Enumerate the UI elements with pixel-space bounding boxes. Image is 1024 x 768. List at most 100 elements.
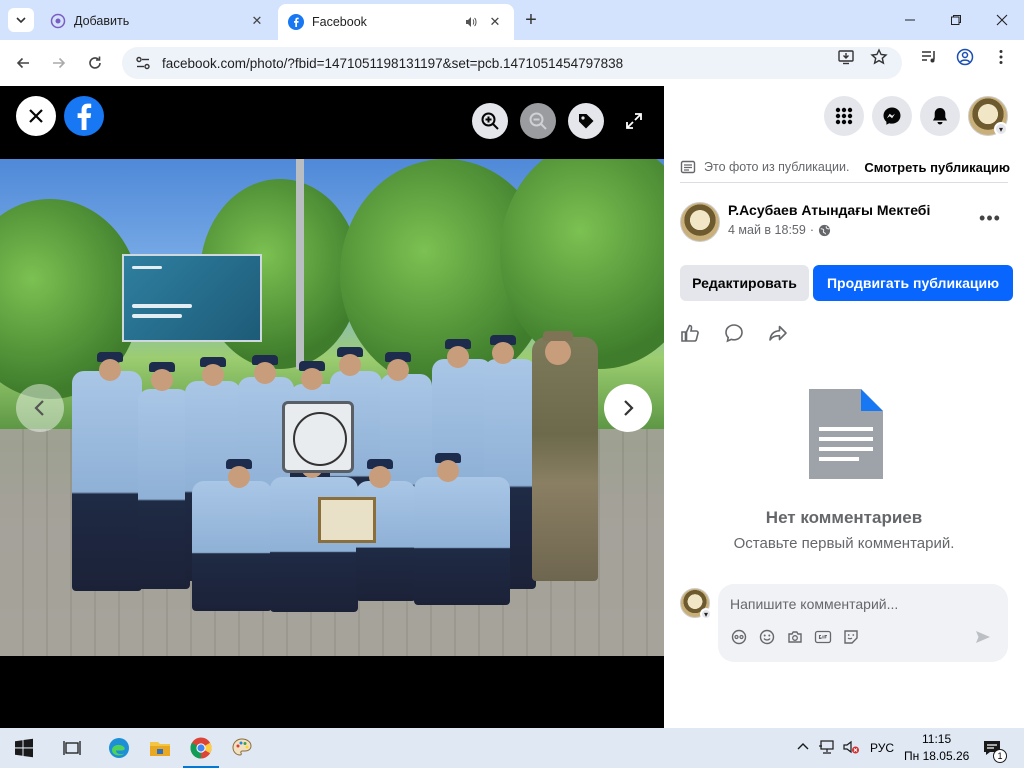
edge-icon — [109, 738, 129, 758]
tab-search-button[interactable] — [8, 8, 34, 32]
post-photo — [0, 159, 664, 656]
certificate-frame — [318, 497, 376, 543]
reload-button[interactable] — [83, 51, 107, 75]
back-button[interactable] — [11, 51, 35, 75]
gif-icon[interactable] — [814, 628, 832, 646]
media-control-icon[interactable] — [919, 47, 939, 67]
comment-input[interactable] — [730, 594, 990, 614]
fullscreen-button[interactable] — [616, 103, 652, 139]
close-icon — [29, 109, 43, 123]
url-text: facebook.com/photo/?fbid=147105119813119… — [162, 55, 624, 71]
chevron-left-icon — [34, 400, 44, 416]
facebook-logo-icon — [77, 103, 92, 130]
divider — [680, 182, 1008, 183]
more-options-icon[interactable]: ••• — [976, 206, 1004, 230]
new-tab-button[interactable]: + — [520, 9, 542, 31]
taskbar-time[interactable]: 11:15 — [922, 732, 951, 746]
author-avatar[interactable] — [680, 202, 720, 242]
minimize-button[interactable] — [892, 6, 928, 34]
globe-icon — [818, 224, 831, 236]
tab-title: Добавить — [74, 14, 130, 28]
bell-icon — [933, 108, 947, 125]
emoji-icon[interactable] — [758, 628, 776, 646]
site-settings-icon[interactable] — [134, 54, 152, 72]
sticker-icon[interactable] — [842, 628, 860, 646]
zoom-in-icon — [481, 112, 499, 130]
chrome-icon — [190, 737, 212, 759]
bookmark-star-icon[interactable] — [869, 47, 889, 67]
no-comments-title: Нет комментариев — [765, 508, 923, 527]
windows-logo-icon — [15, 738, 33, 758]
post-side-panel: ▾ Это фото из публикации. Смотреть публи… — [664, 86, 1024, 728]
close-viewer-button[interactable] — [16, 96, 56, 136]
paint-app[interactable] — [228, 734, 256, 762]
see-post-link[interactable]: Смотреть публикацию — [864, 160, 1010, 175]
taskbar-date[interactable]: Пн 18.05.26 — [904, 749, 969, 763]
tab-close-icon[interactable]: ✕ — [486, 13, 504, 31]
folder-icon — [150, 742, 170, 756]
facebook-home-link[interactable] — [64, 96, 104, 136]
empty-document-icon — [809, 389, 883, 479]
next-photo-button[interactable] — [604, 384, 652, 432]
avatar-sticker-icon[interactable] — [730, 628, 748, 646]
windows-taskbar: РУС 11:15 Пн 18.05.26 1 — [0, 728, 1024, 768]
notifications-button[interactable] — [920, 96, 960, 136]
install-app-icon[interactable] — [836, 47, 856, 67]
address-bar[interactable]: facebook.com/photo/?fbid=147105119813119… — [122, 47, 902, 79]
chevron-down-icon[interactable]: ▾ — [700, 608, 712, 620]
comment-composer — [718, 584, 1008, 662]
zoom-out-button[interactable] — [520, 103, 556, 139]
promote-post-button[interactable]: Продвигать публикацию — [813, 265, 1013, 301]
fullscreen-icon — [626, 113, 642, 129]
tab-facebook[interactable]: Facebook ✕ — [278, 4, 514, 40]
chrome-app[interactable] — [183, 734, 219, 768]
post-note: Это фото из публикации. Смотреть публика… — [680, 156, 1010, 178]
post-meta: 4 май в 18:59 · — [728, 223, 831, 237]
camera-icon[interactable] — [786, 628, 804, 646]
menu-button[interactable] — [824, 96, 864, 136]
volume-muted-icon[interactable] — [842, 739, 860, 758]
zoom-in-button[interactable] — [472, 103, 508, 139]
tag-photo-button[interactable] — [568, 103, 604, 139]
profile-icon[interactable] — [955, 47, 975, 67]
post-date[interactable]: 4 май в 18:59 — [728, 223, 806, 237]
network-icon[interactable] — [818, 739, 836, 758]
post-note-text: Это фото из публикации. — [704, 160, 850, 174]
start-button[interactable] — [10, 734, 38, 762]
speaker-icon[interactable] — [464, 15, 478, 29]
task-view-button[interactable] — [58, 734, 86, 762]
restore-button[interactable] — [938, 6, 974, 34]
author-name[interactable]: Р.Асубаев Атындағы Мектебі — [728, 202, 930, 218]
tag-icon — [579, 114, 594, 129]
previous-photo-button[interactable] — [16, 384, 64, 432]
messenger-button[interactable] — [872, 96, 912, 136]
chevron-down-icon — [16, 17, 26, 24]
restore-icon — [951, 15, 961, 25]
comment-icon[interactable] — [723, 322, 745, 344]
tab-close-icon[interactable]: ✕ — [248, 12, 266, 30]
send-icon[interactable] — [974, 628, 992, 646]
tab-add[interactable]: Добавить ✕ — [40, 6, 276, 36]
chrome-page-icon — [50, 13, 66, 29]
post-document-icon — [680, 160, 696, 174]
close-window-button[interactable] — [984, 6, 1020, 34]
minimize-icon — [905, 19, 915, 21]
grid-menu-icon — [835, 107, 853, 125]
like-icon[interactable] — [679, 322, 701, 344]
browser-tabbar: Добавить ✕ Facebook ✕ + — [0, 0, 1024, 40]
task-view-icon — [63, 741, 81, 755]
share-icon[interactable] — [767, 322, 789, 344]
arrow-right-icon — [53, 57, 66, 69]
browser-toolbar: facebook.com/photo/?fbid=147105119813119… — [0, 40, 1024, 86]
tray-overflow-icon[interactable] — [796, 740, 810, 757]
chevron-down-icon[interactable]: ▾ — [994, 122, 1008, 136]
forward-button[interactable] — [47, 51, 71, 75]
zoom-out-icon — [529, 112, 547, 130]
no-comments-subtitle: Оставьте первый комментарий. — [733, 535, 955, 552]
edit-button[interactable]: Редактировать — [680, 265, 809, 301]
edge-app[interactable] — [105, 734, 133, 762]
arrow-left-icon — [16, 57, 29, 69]
file-explorer-app[interactable] — [146, 734, 174, 762]
input-language[interactable]: РУС — [870, 741, 894, 755]
browser-menu-icon[interactable] — [991, 47, 1011, 67]
